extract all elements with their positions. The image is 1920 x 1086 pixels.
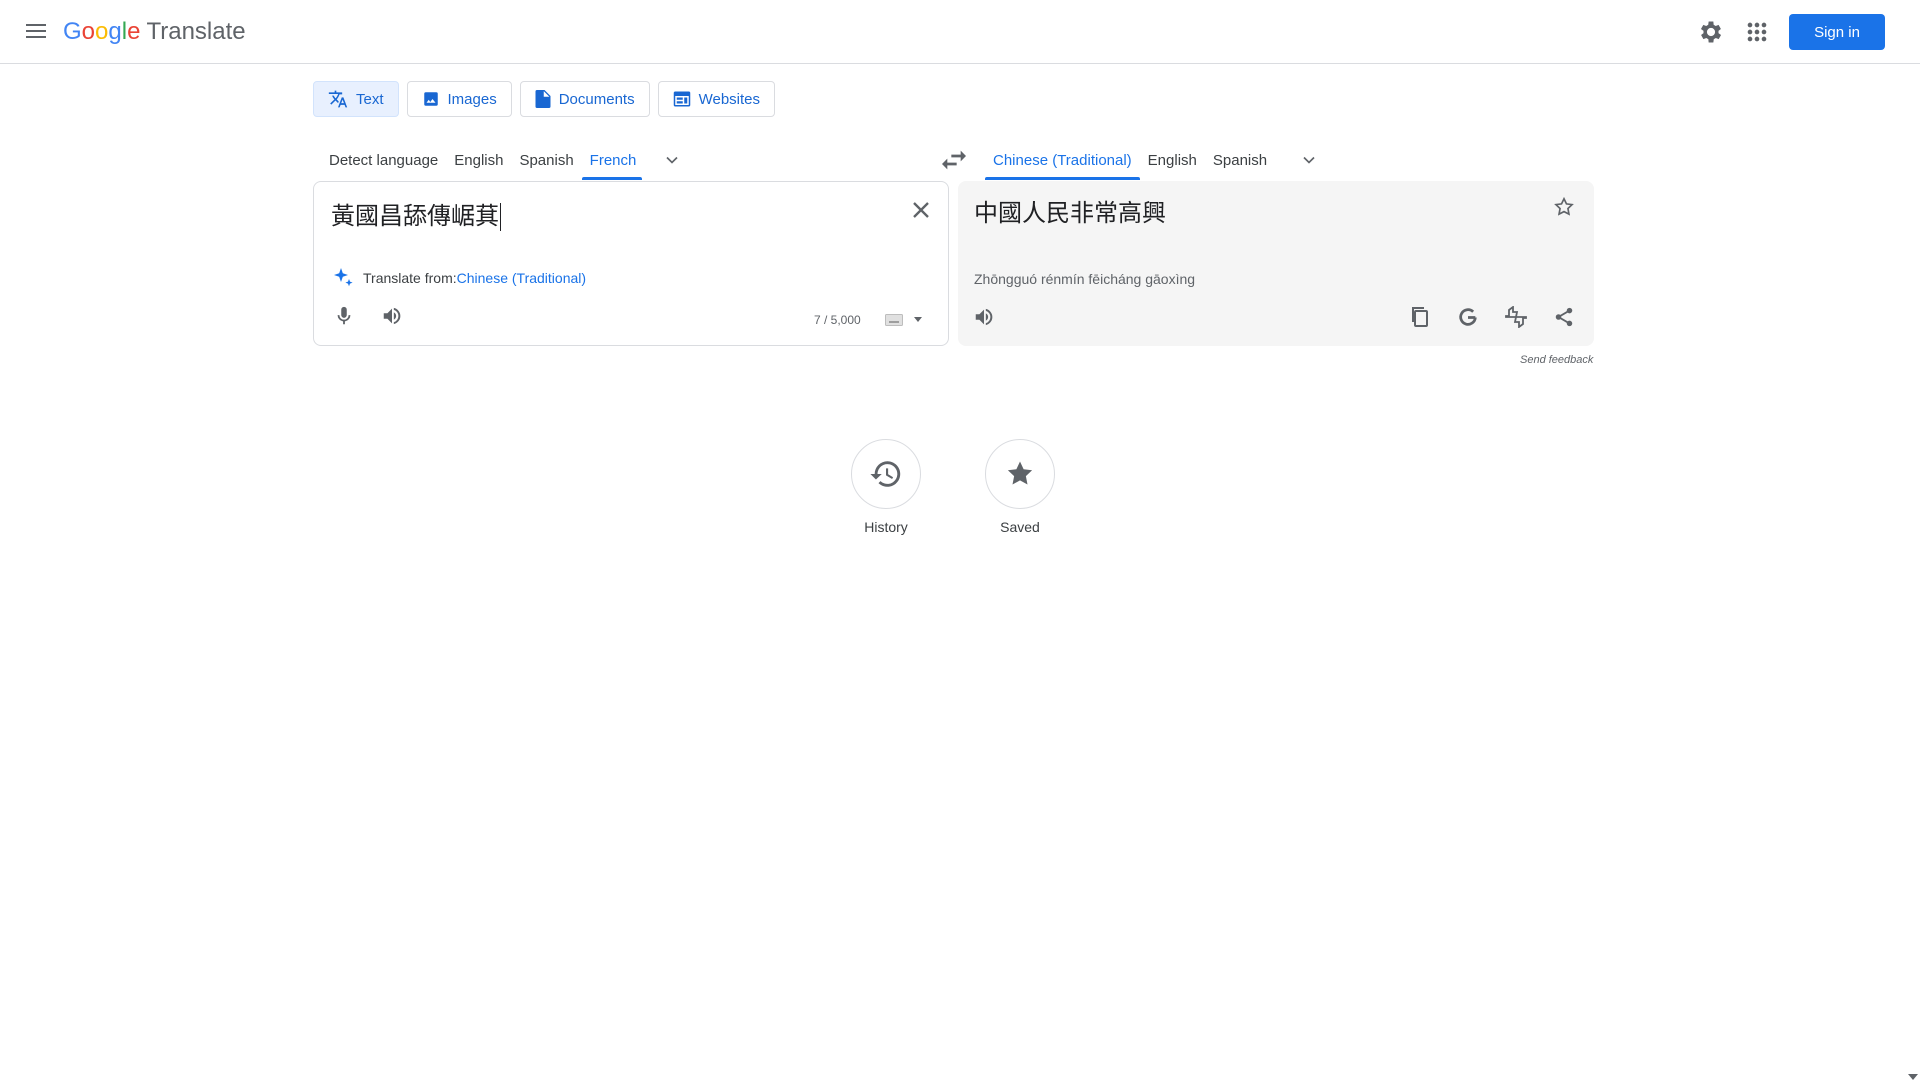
website-icon	[673, 91, 690, 107]
character-count: 7 / 5,000	[814, 313, 861, 327]
saved-button[interactable]	[985, 439, 1055, 509]
target-lang-chinese-traditional[interactable]: Chinese (Traditional)	[985, 140, 1140, 180]
scroll-down-arrow-icon[interactable]	[1908, 1068, 1918, 1080]
tab-websites[interactable]: Websites	[657, 81, 776, 117]
settings-gear-icon[interactable]	[1697, 18, 1725, 46]
more-target-languages-chevron-down-icon[interactable]	[1289, 140, 1329, 180]
send-feedback-link[interactable]: Send feedback	[1520, 354, 1593, 366]
caret-down-icon	[914, 317, 922, 322]
document-icon	[535, 90, 551, 108]
sign-in-button[interactable]: Sign in	[1789, 14, 1885, 50]
more-source-languages-chevron-down-icon[interactable]	[652, 140, 692, 180]
history-icon	[870, 461, 901, 487]
save-translation-star-icon[interactable]	[1548, 191, 1580, 223]
text-caret	[500, 203, 501, 231]
source-lang-french[interactable]: French	[581, 140, 642, 180]
translate-icon	[328, 90, 348, 108]
copy-translation-icon[interactable]	[1404, 301, 1436, 333]
top-bar: Google Translate Sign in	[0, 0, 1920, 64]
history-label: History	[864, 519, 908, 535]
image-icon	[423, 92, 438, 106]
tab-images[interactable]: Images	[406, 81, 512, 117]
google-translate-logo[interactable]: Google Translate	[63, 18, 246, 46]
input-tools-keyboard-icon[interactable]	[885, 314, 923, 326]
voice-input-microphone-icon[interactable]	[328, 300, 360, 332]
suggested-language-link[interactable]: Chinese (Traditional)	[457, 270, 586, 286]
share-translation-icon[interactable]	[1548, 301, 1580, 333]
translation-output-panel: 中國人民非常高興 Zhōngguó rénmín fēicháng gāoxìn…	[958, 181, 1594, 346]
product-name: Translate	[146, 18, 246, 45]
sparkle-icon	[334, 268, 353, 287]
listen-source-speaker-icon[interactable]	[376, 300, 408, 332]
tab-documents[interactable]: Documents	[519, 81, 650, 117]
source-language-bar: Detect language English Spanish French	[321, 140, 692, 180]
target-language-bar: Chinese (Traditional) English Spanish	[985, 140, 1329, 180]
source-text-panel: 黃國昌舔傳崌萁 Translate from: Chinese (Traditi…	[313, 181, 949, 346]
target-lang-english[interactable]: English	[1140, 140, 1205, 180]
source-lang-detect[interactable]: Detect language	[321, 140, 446, 180]
saved-section: Saved	[970, 439, 1070, 535]
rate-translation-icon[interactable]	[1500, 301, 1532, 333]
source-lang-english[interactable]: English	[446, 140, 511, 180]
translation-romanization: Zhōngguó rénmín fēicháng gāoxìng	[974, 271, 1196, 287]
target-lang-spanish[interactable]: Spanish	[1205, 140, 1275, 180]
translated-text: 中國人民非常高興	[974, 199, 1166, 227]
history-section: History	[836, 439, 936, 535]
saved-label: Saved	[1000, 519, 1040, 535]
apps-grid-icon[interactable]	[1743, 18, 1771, 46]
tab-text[interactable]: Text	[313, 81, 399, 117]
source-lang-spanish[interactable]: Spanish	[511, 140, 581, 180]
clear-text-close-icon[interactable]	[907, 196, 935, 224]
history-button[interactable]	[851, 439, 921, 509]
google-search-g-icon[interactable]	[1452, 301, 1484, 333]
translate-from-suggestion: Translate from: Chinese (Traditional)	[331, 266, 586, 290]
source-text-input[interactable]: 黃國昌舔傳崌萁	[331, 196, 501, 231]
listen-translation-speaker-icon[interactable]	[968, 301, 1000, 333]
swap-languages-icon[interactable]	[938, 144, 970, 176]
translation-mode-tabs: Text Images Documents Websites	[313, 81, 776, 117]
main-menu-icon[interactable]	[22, 20, 50, 44]
star-icon	[1007, 461, 1033, 485]
